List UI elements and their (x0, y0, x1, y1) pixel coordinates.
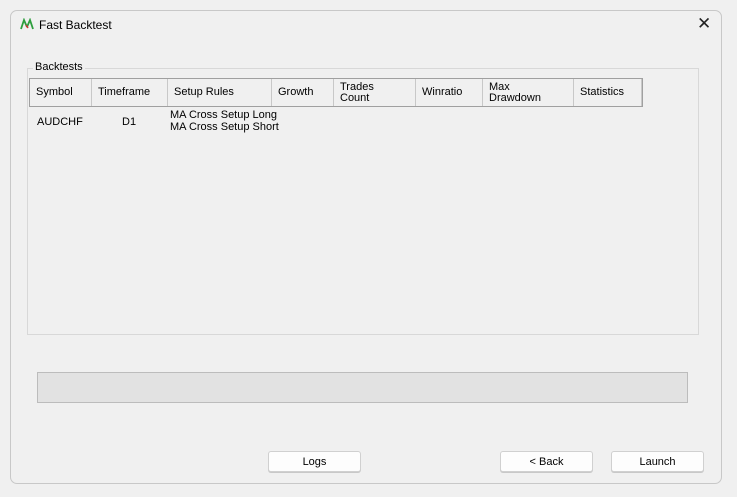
group-label: Backtests (33, 61, 85, 73)
fast-backtest-window: Fast Backtest ✕ Backtests Symbol Timefra… (10, 10, 722, 484)
window-title: Fast Backtest (39, 18, 112, 32)
title-bar: Fast Backtest ✕ (11, 11, 721, 39)
column-header-max-drawdown[interactable]: Max Drawdown (483, 79, 574, 106)
column-header-trades-count[interactable]: Trades Count (334, 79, 416, 106)
cell-timeframe: D1 (122, 116, 137, 128)
column-header-winratio[interactable]: Winratio (416, 79, 483, 106)
progress-bar (37, 372, 688, 403)
column-header-growth[interactable]: Growth (272, 79, 334, 106)
app-logo-icon (20, 18, 34, 30)
cell-setup-rule-short: MA Cross Setup Short (170, 121, 279, 133)
column-header-statistics[interactable]: Statistics (574, 79, 642, 106)
launch-button[interactable]: Launch (611, 451, 704, 472)
cell-symbol: AUDCHF (37, 116, 83, 128)
back-button[interactable]: < Back (500, 451, 593, 472)
column-header-timeframe[interactable]: Timeframe (92, 79, 168, 106)
backtests-table-header: Symbol Timeframe Setup Rules Growth Trad… (29, 78, 643, 107)
cell-setup-rule-long: MA Cross Setup Long (170, 109, 278, 121)
table-row[interactable]: AUDCHF D1 MA Cross Setup Long MA Cross S… (30, 106, 640, 136)
close-icon[interactable]: ✕ (697, 15, 711, 33)
column-header-symbol[interactable]: Symbol (30, 79, 92, 106)
column-header-setup-rules[interactable]: Setup Rules (168, 79, 272, 106)
logs-button[interactable]: Logs (268, 451, 361, 472)
backtests-group: Backtests Symbol Timeframe Setup Rules G… (27, 61, 699, 335)
